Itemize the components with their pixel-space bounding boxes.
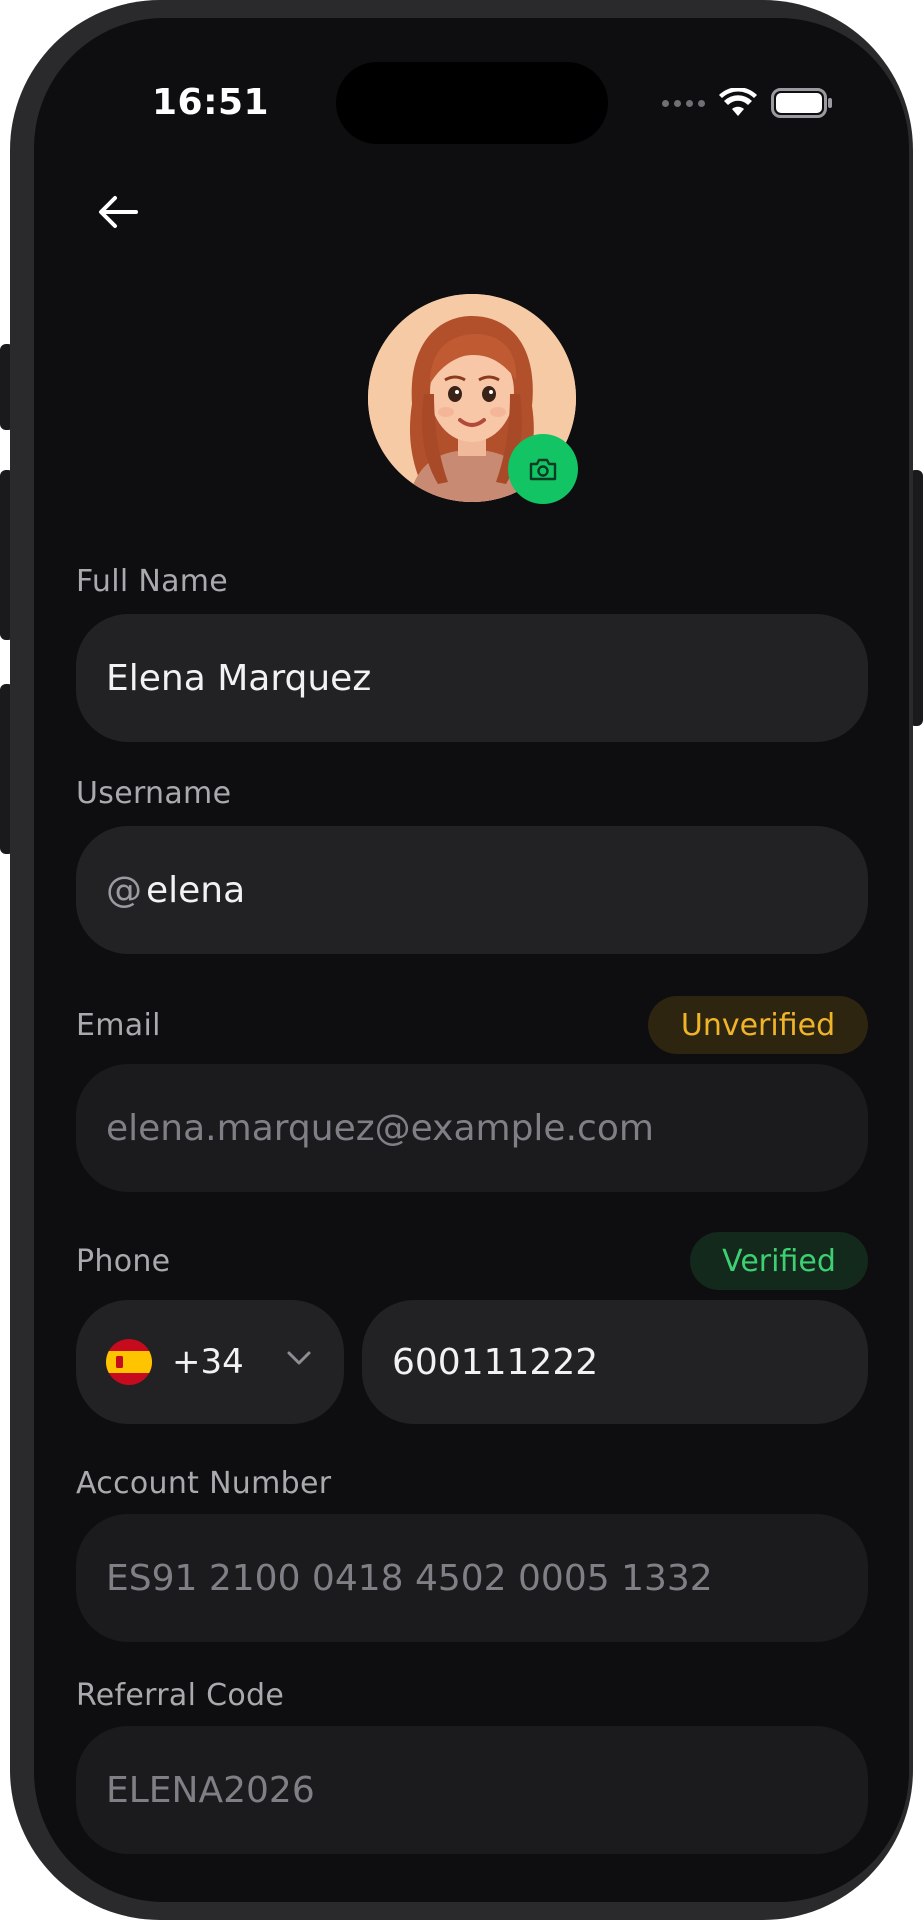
- chevron-down-icon: [287, 1351, 311, 1365]
- dynamic-island: [336, 62, 608, 144]
- username-field[interactable]: @ elena: [76, 826, 868, 954]
- referral-code-value: ELENA2026: [106, 1769, 315, 1811]
- phone-frame: 16:51 Full Name Elena Marquez Username @…: [10, 0, 913, 1920]
- arrow-left-icon: [99, 196, 138, 228]
- phone-number-field[interactable]: 600111222: [362, 1300, 868, 1424]
- country-code-selector[interactable]: +34: [76, 1300, 344, 1424]
- battery-icon: [771, 88, 832, 118]
- phone-label: Phone: [76, 1244, 171, 1279]
- wifi-icon: [719, 88, 757, 116]
- spain-flag-icon: [106, 1339, 152, 1385]
- full-name-field[interactable]: Elena Marquez: [76, 614, 868, 742]
- account-number-label: Account Number: [76, 1466, 332, 1501]
- referral-code-label: Referral Code: [76, 1678, 285, 1713]
- email-field: elena.marquez@example.com: [76, 1064, 868, 1192]
- account-number-field: ES91 2100 0418 4502 0005 1332: [76, 1514, 868, 1642]
- account-number-value: ES91 2100 0418 4502 0005 1332: [106, 1557, 713, 1599]
- username-value: elena: [146, 869, 246, 911]
- phone-status-badge: Verified: [690, 1232, 868, 1290]
- full-name-label: Full Name: [76, 564, 229, 599]
- referral-code-field: ELENA2026: [76, 1726, 868, 1854]
- cellular-signal-icon: [662, 99, 705, 107]
- change-photo-button[interactable]: [508, 434, 578, 504]
- username-label: Username: [76, 776, 232, 811]
- username-prefix: @: [106, 869, 142, 911]
- email-label: Email: [76, 1008, 161, 1043]
- status-icons: [662, 88, 833, 118]
- status-time: 16:51: [152, 82, 270, 123]
- email-status-badge: Unverified: [648, 996, 868, 1054]
- camera-icon: [529, 458, 557, 481]
- country-code-value: +34: [172, 1342, 244, 1382]
- email-value: elena.marquez@example.com: [106, 1107, 654, 1149]
- back-button[interactable]: [92, 186, 144, 238]
- profile-avatar-section: [368, 294, 578, 504]
- screen: 16:51 Full Name Elena Marquez Username @…: [34, 18, 909, 1902]
- full-name-value: Elena Marquez: [106, 657, 372, 699]
- phone-number-value: 600111222: [392, 1341, 599, 1383]
